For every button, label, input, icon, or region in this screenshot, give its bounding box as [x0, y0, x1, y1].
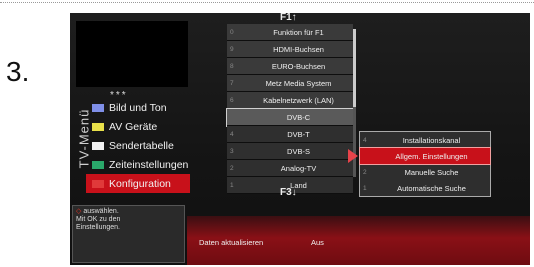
- item-label: Metz Media System: [265, 78, 332, 88]
- item-number: 2: [363, 168, 367, 176]
- submenu-item-installationskanal[interactable]: 4 Installationskanal: [360, 132, 490, 148]
- step-number: 3.: [6, 56, 30, 87]
- config-menu-list: 0 Funktion für F1 9 HDMI-Buchsen 8 EURO-Buc…: [226, 24, 354, 194]
- item-number: 3: [230, 147, 234, 155]
- help-line-1: auswählen.: [83, 208, 119, 215]
- item-number: 4: [230, 130, 234, 138]
- navigate-arrows-icon: ◇: [76, 208, 82, 215]
- item-label: Kabelnetzwerk (LAN): [263, 95, 334, 105]
- item-number: 2: [230, 164, 234, 172]
- item-label: DVB-S: [287, 146, 310, 156]
- info-key: Daten aktualisieren: [199, 238, 264, 247]
- blue-swatch-icon: [92, 103, 104, 112]
- submenu-item-manuelle-suche[interactable]: 2 Manuelle Suche: [360, 164, 490, 180]
- red-swatch-icon: [92, 179, 104, 188]
- menu-item-analog-tv[interactable]: 2 Analog-TV: [227, 160, 353, 177]
- menu-item-metz-media-system[interactable]: 7 Metz Media System: [227, 75, 353, 92]
- side-item-zeiteinstellungen[interactable]: Zeiteinstellungen: [86, 155, 190, 174]
- submenu-item-automatische-suche[interactable]: 1 Automatische Suche: [360, 180, 490, 196]
- item-number: 8: [230, 62, 234, 70]
- item-number: 6: [230, 96, 234, 104]
- menu-item-dvb-c[interactable]: DVB-C: [226, 108, 354, 127]
- green-swatch-icon: [92, 160, 104, 169]
- help-line-3: Einstellungen.: [76, 224, 120, 231]
- item-number: 9: [230, 45, 234, 53]
- item-label: Funktion für F1: [273, 27, 324, 37]
- item-number: 0: [230, 28, 234, 36]
- item-label: Automatische Suche: [397, 183, 466, 193]
- f1-scroll-up[interactable]: F1↑: [280, 13, 297, 23]
- side-item-sendertabelle[interactable]: Sendertabelle: [86, 136, 190, 155]
- item-label: Land: [290, 180, 307, 190]
- side-item-label: Sendertabelle: [109, 139, 174, 152]
- item-number: 4: [363, 136, 367, 144]
- submenu-pointer-icon: [348, 149, 358, 163]
- side-item-label: Zeiteinstellungen: [109, 158, 189, 171]
- item-label: Analog-TV: [280, 163, 317, 173]
- scrollbar-thumb[interactable]: [353, 29, 356, 107]
- top-dotted-divider: [0, 2, 534, 3]
- side-item-av-geraete[interactable]: AV Geräte: [86, 117, 190, 136]
- item-number: 7: [230, 79, 234, 87]
- item-label: Manuelle Suche: [404, 167, 459, 177]
- tv-screen: *** TV-Menü Bild und Ton AV Geräte Sende…: [70, 13, 530, 265]
- side-item-konfiguration[interactable]: Konfiguration: [86, 174, 190, 193]
- submenu-item-allgem-einstellungen[interactable]: Allgem. Einstellungen: [359, 147, 491, 165]
- item-label: Allgem. Einstellungen: [395, 151, 468, 161]
- tv-side-menu: Bild und Ton AV Geräte Sendertabelle Zei…: [86, 98, 190, 193]
- help-box: ◇ auswählen. Mit OK zu den Einstellungen…: [72, 205, 185, 263]
- item-label: Installationskanal: [402, 135, 461, 145]
- item-label: DVB-T: [287, 129, 310, 139]
- item-label: HDMI-Buchsen: [273, 44, 324, 54]
- item-label: EURO-Buchsen: [271, 61, 326, 71]
- menu-item-dvb-s[interactable]: 3 DVB-S: [227, 143, 353, 160]
- f3-scroll-down[interactable]: F3↓: [280, 187, 297, 198]
- side-item-bild-und-ton[interactable]: Bild und Ton: [86, 98, 190, 117]
- item-number: 1: [230, 181, 234, 189]
- menu-item-kabelnetzwerk[interactable]: 6 Kabelnetzwerk (LAN): [227, 92, 353, 109]
- info-bar: Daten aktualisieren Aus: [187, 216, 530, 265]
- dvb-c-submenu: 4 Installationskanal Allgem. Einstellunge…: [359, 131, 491, 197]
- white-swatch-icon: [92, 141, 104, 150]
- menu-item-hdmi-buchsen[interactable]: 9 HDMI-Buchsen: [227, 41, 353, 58]
- item-label: DVB-C: [286, 112, 311, 122]
- info-value: Aus: [311, 238, 324, 247]
- item-number: 1: [363, 184, 367, 192]
- menu-item-funktion-f1[interactable]: 0 Funktion für F1: [227, 24, 353, 41]
- menu-item-euro-buchsen[interactable]: 8 EURO-Buchsen: [227, 58, 353, 75]
- yellow-swatch-icon: [92, 122, 104, 131]
- help-line-2: Mit OK zu den: [76, 216, 121, 223]
- video-preview: [76, 21, 188, 87]
- menu-item-dvb-t[interactable]: 4 DVB-T: [227, 126, 353, 143]
- side-item-label: Bild und Ton: [109, 101, 167, 114]
- side-item-label: AV Geräte: [109, 120, 158, 133]
- side-item-label: Konfiguration: [109, 177, 171, 190]
